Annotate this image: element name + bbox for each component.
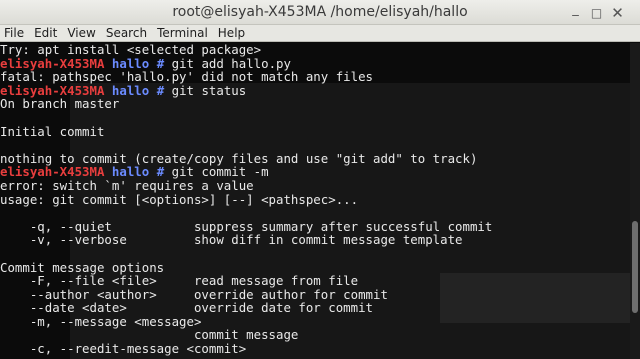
output-line: -v, --verbose show diff in commit messag…	[0, 232, 463, 248]
menu-bar: File Edit View Search Terminal Help	[0, 25, 640, 42]
title-bar[interactable]: root@elisyah-X453MA /home/elisyah/hallo …	[0, 0, 640, 25]
output-line: Try: apt install <selected package>	[0, 43, 262, 57]
maximize-icon[interactable]: □	[588, 4, 605, 21]
menu-file[interactable]: File	[0, 25, 29, 42]
output-line: commit message	[0, 327, 299, 343]
terminal-window: root@elisyah-X453MA /home/elisyah/hallo …	[0, 0, 640, 359]
terminal-output[interactable]: Try: apt install <selected package> elisy…	[0, 43, 630, 359]
output-line: --author <author> override author for co…	[0, 286, 388, 302]
command-text: git status	[171, 82, 247, 98]
output-line: fatal: pathspec 'hallo.py' did not match…	[0, 69, 373, 85]
output-line: -F, --file <file> read message from file	[0, 273, 359, 289]
output-line: Commit message options	[0, 259, 165, 275]
output-line: Initial commit	[0, 123, 105, 139]
output-line: -c, --reedit-message <commit>	[0, 341, 247, 357]
command-line: elisyah-X453MA hallo # git add hallo.py	[0, 56, 630, 71]
terminal-lines: Try: apt install <selected package> elisy…	[0, 43, 630, 356]
output-line: error: switch `m' requires a value	[0, 177, 254, 193]
output-line: -q, --quiet suppress summary after succe…	[0, 218, 493, 234]
output-line: nothing to commit (create/copy files and…	[0, 150, 478, 166]
prompt-symbol: #	[156, 82, 165, 98]
menu-search[interactable]: Search	[101, 25, 152, 42]
minimize-icon[interactable]: _	[567, 1, 584, 18]
menu-terminal[interactable]: Terminal	[152, 25, 213, 42]
close-icon[interactable]: ✕	[609, 4, 626, 22]
menu-view[interactable]: View	[62, 25, 100, 42]
scrollbar-thumb[interactable]	[632, 221, 638, 313]
menu-edit[interactable]: Edit	[29, 25, 62, 42]
output-line: --date <date> override date for commit	[0, 300, 373, 316]
window-title: root@elisyah-X453MA /home/elisyah/hallo	[172, 4, 468, 20]
output-line: On branch master	[0, 96, 120, 112]
scrollbar[interactable]	[630, 43, 640, 359]
menu-help[interactable]: Help	[213, 25, 250, 42]
command-line: elisyah-X453MA hallo # git status	[0, 82, 630, 98]
output-line: -m, --message <message>	[0, 313, 202, 329]
output-line: usage: git commit [<options>] [--] <path…	[0, 191, 359, 207]
command-line: elisyah-X453MA hallo # git commit -m	[0, 165, 630, 179]
